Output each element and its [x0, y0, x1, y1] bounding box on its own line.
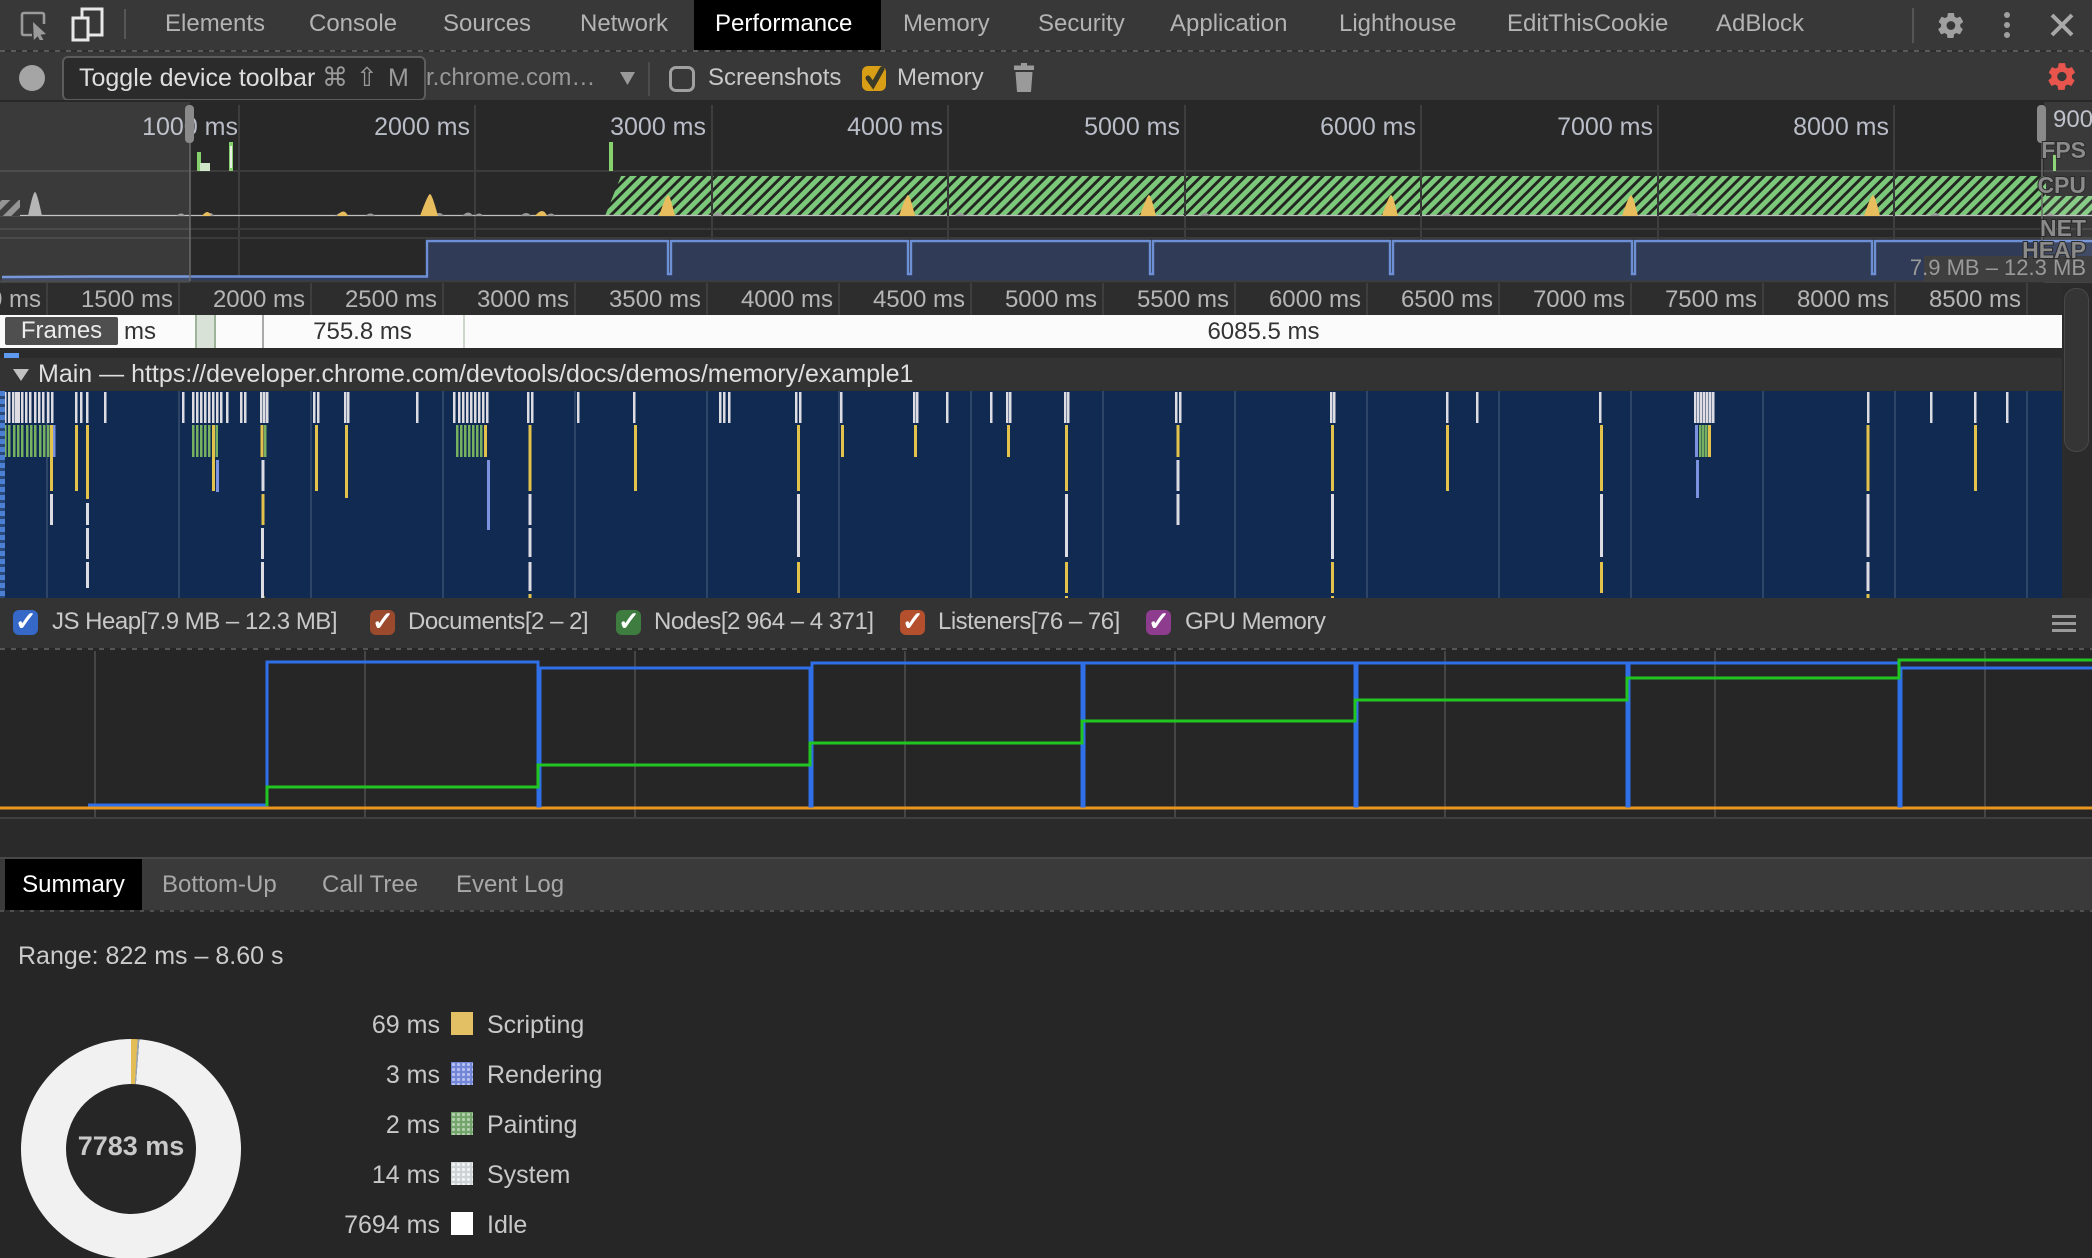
- svg-text:FPS: FPS: [2041, 137, 2086, 163]
- svg-text:3500 ms: 3500 ms: [609, 286, 701, 313]
- svg-text:7000 ms: 7000 ms: [1533, 286, 1625, 313]
- svg-text:2000 ms: 2000 ms: [213, 286, 305, 313]
- svg-text:6500 ms: 6500 ms: [1401, 286, 1493, 313]
- svg-text:7500 ms: 7500 ms: [1665, 286, 1757, 313]
- svg-text:8000 ms: 8000 ms: [1797, 286, 1889, 313]
- svg-text:3000 ms: 3000 ms: [477, 286, 569, 313]
- svg-text:5000 ms: 5000 ms: [1005, 286, 1097, 313]
- svg-text:4500 ms: 4500 ms: [873, 286, 965, 313]
- svg-text:5500 ms: 5500 ms: [1137, 286, 1229, 313]
- svg-text:1500 ms: 1500 ms: [81, 286, 173, 313]
- svg-text:4000 ms: 4000 ms: [847, 113, 943, 141]
- svg-text:1000 ms: 1000 ms: [0, 286, 41, 313]
- svg-text:CPU: CPU: [2037, 172, 2086, 198]
- svg-text:4000 ms: 4000 ms: [741, 286, 833, 313]
- svg-text:3000 ms: 3000 ms: [610, 113, 706, 141]
- svg-text:6000 ms: 6000 ms: [1269, 286, 1361, 313]
- svg-text:7000 ms: 7000 ms: [1557, 113, 1653, 141]
- svg-text:8500 ms: 8500 ms: [1929, 286, 2021, 313]
- svg-text:6000 ms: 6000 ms: [1320, 113, 1416, 141]
- svg-text:5000 ms: 5000 ms: [1084, 113, 1180, 141]
- svg-text:2500 ms: 2500 ms: [345, 286, 437, 313]
- svg-text:HEAP: HEAP: [2022, 237, 2086, 263]
- svg-text:2000 ms: 2000 ms: [374, 113, 470, 141]
- svg-text:8000 ms: 8000 ms: [1793, 113, 1889, 141]
